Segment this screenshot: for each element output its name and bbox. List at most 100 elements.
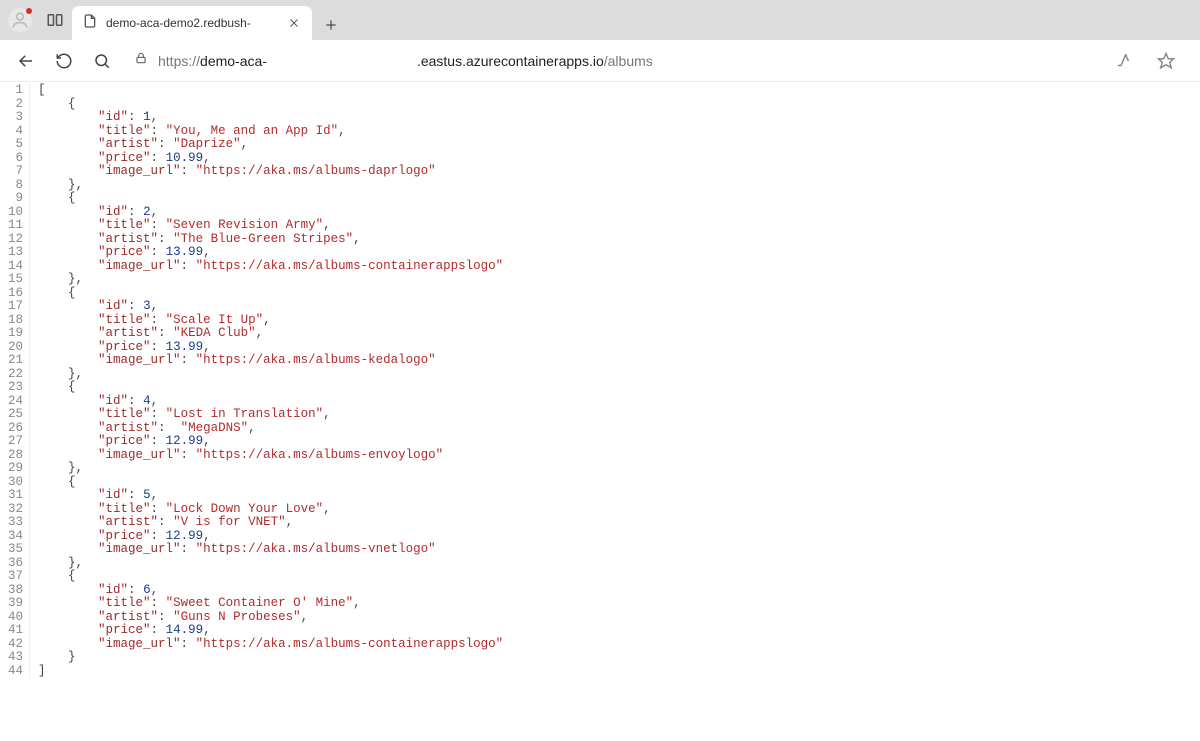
tab-left-controls <box>0 0 72 40</box>
code-line: "artist": "V is for VNET", <box>38 516 503 530</box>
json-punct: : <box>151 340 166 354</box>
json-key: "title" <box>98 502 151 516</box>
json-key: "id" <box>98 488 128 502</box>
json-viewer: 1234567891011121314151617181920212223242… <box>0 82 1200 678</box>
json-punct: }, <box>68 556 83 570</box>
json-key: "artist" <box>98 610 158 624</box>
json-punct: : <box>151 124 166 138</box>
tab-strip: demo-aca-demo2.redbush- <box>0 0 1200 40</box>
json-punct: : <box>128 299 143 313</box>
code-line: "id": 1, <box>38 111 503 125</box>
json-punct: }, <box>68 461 83 475</box>
code-line: "image_url": "https://aka.ms/albums-keda… <box>38 354 503 368</box>
json-number: 14.99 <box>166 623 204 637</box>
profile-avatar-icon[interactable] <box>8 8 32 32</box>
json-key: "image_url" <box>98 353 181 367</box>
json-number: 6 <box>143 583 151 597</box>
json-string: "Lost in Translation" <box>166 407 324 421</box>
line-number: 29 <box>8 462 23 476</box>
json-punct: { <box>68 569 76 583</box>
address-bar[interactable]: https://demo-aca-.eastus.azurecontainera… <box>124 46 1102 76</box>
read-aloud-icon[interactable] <box>1108 45 1140 77</box>
line-number: 10 <box>8 206 23 220</box>
code-line: { <box>38 98 503 112</box>
json-punct: : <box>151 623 166 637</box>
json-punct: , <box>203 151 211 165</box>
line-number: 27 <box>8 435 23 449</box>
line-number: 13 <box>8 246 23 260</box>
code-line: "image_url": "https://aka.ms/albums-cont… <box>38 638 503 652</box>
new-tab-button[interactable] <box>316 10 346 40</box>
workspaces-icon[interactable] <box>46 11 64 29</box>
json-punct: : <box>151 407 166 421</box>
favorite-icon[interactable] <box>1150 45 1182 77</box>
json-punct: , <box>151 488 159 502</box>
json-key: "price" <box>98 623 151 637</box>
line-number-gutter: 1234567891011121314151617181920212223242… <box>0 84 30 678</box>
code-line: "title": "Scale It Up", <box>38 314 503 328</box>
tab-close-button[interactable] <box>286 15 302 31</box>
json-punct: } <box>68 650 76 664</box>
json-punct: , <box>151 583 159 597</box>
code-line: "image_url": "https://aka.ms/albums-cont… <box>38 260 503 274</box>
line-number: 16 <box>8 287 23 301</box>
line-number: 9 <box>8 192 23 206</box>
json-punct: , <box>323 407 331 421</box>
line-number: 4 <box>8 125 23 139</box>
back-button[interactable] <box>10 45 42 77</box>
json-string: "Lock Down Your Love" <box>166 502 324 516</box>
line-number: 36 <box>8 557 23 571</box>
json-punct: : <box>151 151 166 165</box>
line-number: 18 <box>8 314 23 328</box>
code-line: "title": "You, Me and an App Id", <box>38 125 503 139</box>
json-string: "KEDA Club" <box>173 326 256 340</box>
json-string: "Guns N Probeses" <box>173 610 301 624</box>
json-key: "price" <box>98 434 151 448</box>
json-punct: , <box>353 596 361 610</box>
json-punct: , <box>338 124 346 138</box>
code-line: "artist": "Daprize", <box>38 138 503 152</box>
url-prefix: https:// <box>158 53 200 69</box>
code-line: "image_url": "https://aka.ms/albums-vnet… <box>38 543 503 557</box>
json-code-area[interactable]: [ { "id": 1, "title": "You, Me and an Ap… <box>30 84 503 678</box>
json-punct: }, <box>68 367 83 381</box>
line-number: 41 <box>8 624 23 638</box>
line-number: 11 <box>8 219 23 233</box>
json-string: "The Blue-Green Stripes" <box>173 232 353 246</box>
json-string: "Scale It Up" <box>166 313 264 327</box>
code-line: "title": "Seven Revision Army", <box>38 219 503 233</box>
code-line: "id": 6, <box>38 584 503 598</box>
site-info-icon[interactable] <box>134 51 148 70</box>
code-line: "price": 13.99, <box>38 246 503 260</box>
refresh-button[interactable] <box>48 45 80 77</box>
line-number: 23 <box>8 381 23 395</box>
json-string: "Daprize" <box>173 137 241 151</box>
json-string: "V is for VNET" <box>173 515 286 529</box>
code-line: "id": 5, <box>38 489 503 503</box>
json-string: "https://aka.ms/albums-daprlogo" <box>196 164 436 178</box>
json-string: "You, Me and an App Id" <box>166 124 339 138</box>
json-key: "price" <box>98 151 151 165</box>
json-number: 12.99 <box>166 434 204 448</box>
json-number: 12.99 <box>166 529 204 543</box>
line-number: 7 <box>8 165 23 179</box>
code-line: "id": 3, <box>38 300 503 314</box>
json-key: "price" <box>98 340 151 354</box>
json-punct: : <box>158 232 173 246</box>
json-key: "image_url" <box>98 448 181 462</box>
line-number: 40 <box>8 611 23 625</box>
json-number: 5 <box>143 488 151 502</box>
json-key: "id" <box>98 110 128 124</box>
code-line: "image_url": "https://aka.ms/albums-envo… <box>38 449 503 463</box>
json-number: 3 <box>143 299 151 313</box>
browser-tab[interactable]: demo-aca-demo2.redbush- <box>72 6 312 40</box>
line-number: 14 <box>8 260 23 274</box>
json-key: "artist" <box>98 515 158 529</box>
json-punct: , <box>248 421 256 435</box>
json-key: "title" <box>98 124 151 138</box>
json-key: "title" <box>98 218 151 232</box>
json-punct: , <box>203 623 211 637</box>
search-button[interactable] <box>86 45 118 77</box>
line-number: 34 <box>8 530 23 544</box>
json-punct: : <box>158 326 173 340</box>
